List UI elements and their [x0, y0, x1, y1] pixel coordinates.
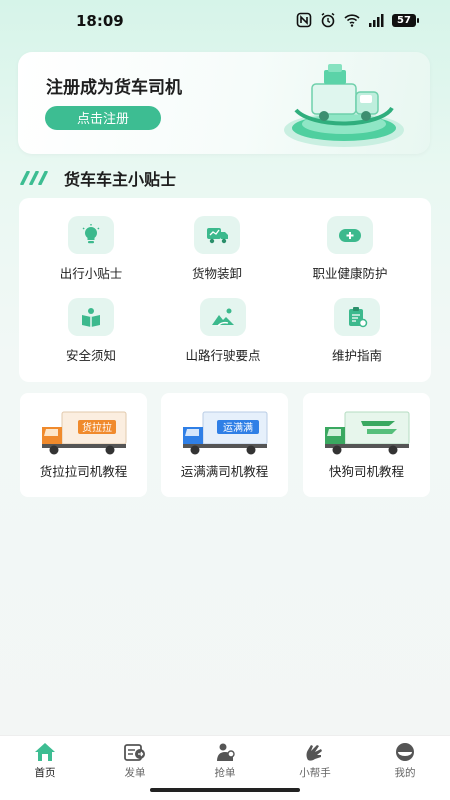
tip-travel[interactable]: 出行小贴士: [26, 216, 156, 286]
tips-card: 出行小贴士 货物装卸 职业健康防护 安全须知 山路行驶要点 维护指南: [19, 198, 431, 382]
profile-icon: [396, 743, 414, 761]
bottom-nav: 首页 发单 抢单 小帮手 我的: [0, 735, 450, 782]
orange-truck-icon: 货拉拉: [41, 411, 126, 455]
tip-label: 出行小贴士: [59, 266, 123, 281]
send-order-icon: [124, 744, 145, 761]
tip-icon-box: [194, 216, 240, 254]
tip-label: 货物装卸: [191, 266, 242, 281]
nav-profile[interactable]: 我的: [360, 736, 450, 782]
nav-label: 抢单: [214, 767, 236, 779]
nav-home[interactable]: 首页: [0, 736, 90, 782]
mountain-road-icon: [212, 308, 234, 327]
register-banner[interactable]: 注册成为货车司机 点击注册: [18, 52, 430, 154]
safety-book-icon: [82, 308, 100, 327]
alarm-icon: [321, 12, 335, 28]
section-title: 货车车主小贴士: [64, 170, 177, 189]
tip-label: 山路行驶要点: [185, 348, 261, 363]
tutorial-label: 快狗司机教程: [328, 464, 404, 479]
stripes-icon: [20, 171, 48, 185]
truck-brand-text: 货拉拉: [82, 421, 112, 434]
tip-cargo[interactable]: 货物装卸: [152, 216, 282, 286]
nav-grab-order[interactable]: 抢单: [180, 736, 270, 782]
nav-label: 小帮手: [299, 767, 331, 779]
tip-icon-box: [68, 298, 114, 336]
nav-helper[interactable]: 小帮手: [270, 736, 360, 782]
tutorial-label: 运满满司机教程: [180, 464, 269, 479]
nav-label: 首页: [34, 767, 56, 779]
status-icons: 57: [296, 12, 419, 28]
maintenance-clipboard-icon: [349, 307, 368, 328]
medical-kit-icon: [339, 229, 361, 242]
tutorial-card-huolala[interactable]: 货拉拉 货拉拉司机教程: [20, 393, 147, 497]
battery-level: 57: [397, 14, 411, 26]
truck-platform-illustration: [284, 64, 404, 147]
tutorial-label: 货拉拉司机教程: [39, 464, 128, 479]
tip-maintenance[interactable]: 维护指南: [292, 298, 422, 368]
banner-title: 注册成为货车司机: [46, 78, 182, 98]
home-icon: [35, 743, 55, 761]
signal-icon: [369, 14, 384, 27]
nav-label: 发单: [124, 767, 146, 779]
nav-send-order[interactable]: 发单: [90, 736, 180, 782]
tip-label: 安全须知: [65, 348, 116, 363]
tutorial-card-yunmanman[interactable]: 运满满 运满满司机教程: [161, 393, 288, 497]
status-time: 18:09: [76, 12, 124, 30]
green-truck-icon: [324, 411, 409, 455]
lightbulb-icon: [82, 224, 100, 244]
truck-loading-icon: [207, 228, 228, 244]
tip-label: 维护指南: [331, 348, 382, 363]
wifi-icon: [344, 14, 360, 27]
battery-indicator: 57: [392, 13, 419, 27]
blue-truck-icon: 运满满: [182, 411, 267, 455]
register-button[interactable]: 点击注册: [45, 106, 161, 130]
home-indicator[interactable]: [150, 788, 300, 792]
tip-label: 职业健康防护: [312, 266, 388, 281]
nav-label: 我的: [394, 767, 416, 779]
truck-brand-text: 运满满: [223, 422, 253, 434]
tip-icon-box: [200, 298, 246, 336]
section-heading: 货车车主小贴士: [20, 166, 176, 190]
tutorial-card-kuaigou[interactable]: 快狗司机教程: [303, 393, 430, 497]
tip-icon-box: [334, 298, 380, 336]
tip-safety[interactable]: 安全须知: [26, 298, 156, 368]
nfc-icon: [296, 12, 312, 28]
tip-mountain-road[interactable]: 山路行驶要点: [158, 298, 288, 368]
tip-icon-box: [68, 216, 114, 254]
tip-icon-box: [327, 216, 373, 254]
grab-order-icon: [217, 743, 235, 761]
status-bar: 18:09 57: [0, 0, 450, 44]
tip-health[interactable]: 职业健康防护: [285, 216, 415, 286]
helper-hand-icon: [306, 745, 322, 761]
